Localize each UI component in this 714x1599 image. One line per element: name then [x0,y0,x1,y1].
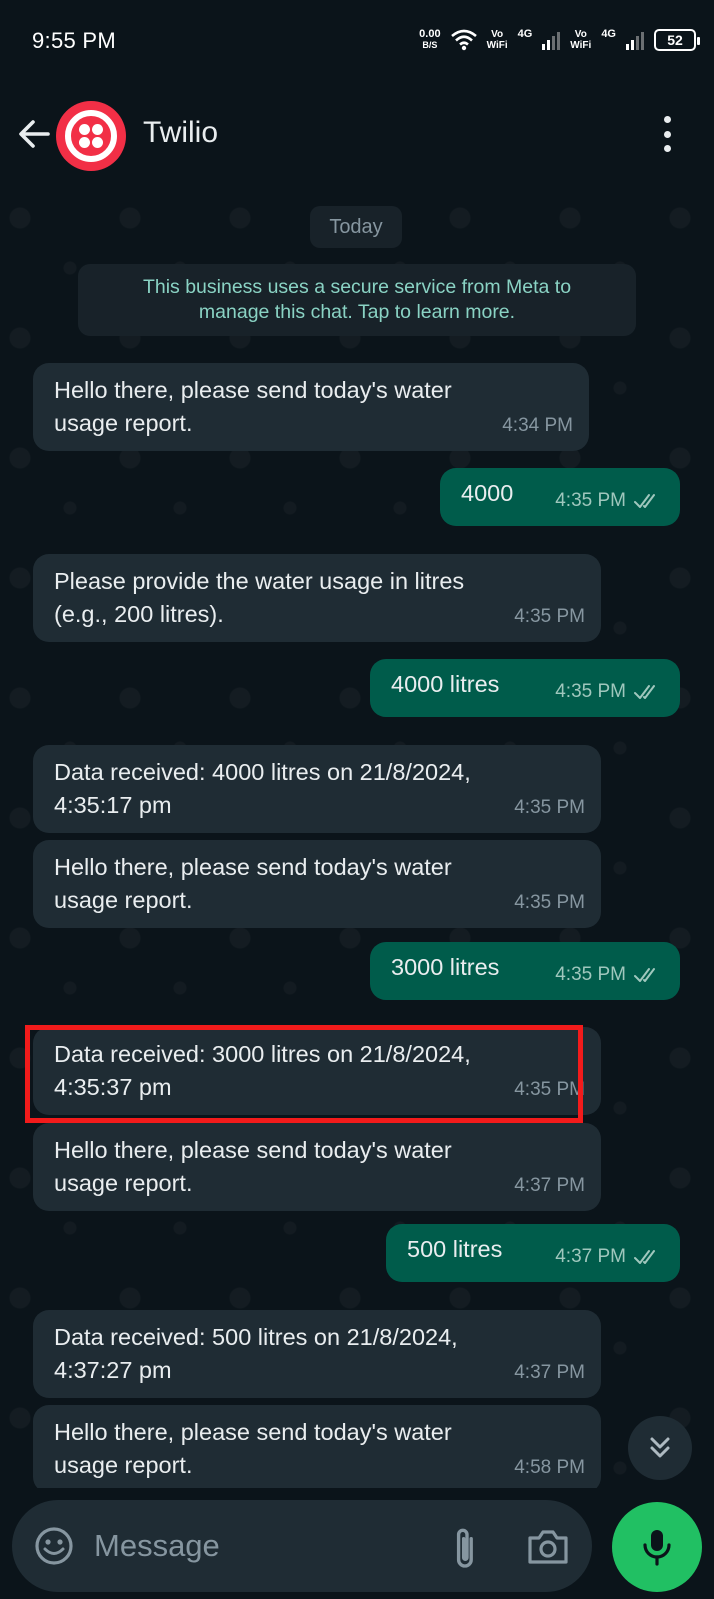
message-time: 4:37 PM [514,1362,585,1383]
message-time: 4:35 PM [514,606,585,627]
message-text: Hello there, please send today's water u… [54,1134,452,1200]
message-line: 4:35:37 pm [54,1074,172,1100]
message-text: 4000 [461,480,514,506]
message-meta: 4:35 PM [555,958,664,991]
incoming-message[interactable]: Data received: 4000 litres on 21/8/2024,… [33,745,601,833]
message-meta: 4:37 PM [555,1240,664,1273]
message-text: 4000 litres [391,671,500,697]
message-time: 4:34 PM [502,415,573,436]
message-text: Please provide the water usage in litres… [54,565,464,631]
message-text: Hello there, please send today's water u… [54,1416,452,1482]
sim1-vo-label: Vo [491,29,504,40]
sim1-network-type: 4G [517,28,533,40]
message-text: Data received: 4000 litres on 21/8/2024,… [54,756,471,822]
chat-header: Twilio [0,80,714,188]
twilio-logo-icon [65,110,117,162]
message-line: Data received: 4000 litres on 21/8/2024, [54,759,471,785]
sim1-wifi-label: WiFi [486,40,508,51]
microphone-icon [643,1530,671,1566]
message-text: 500 litres [407,1236,503,1262]
message-line: Hello there, please send today's water [54,854,452,880]
outgoing-message[interactable]: 4000 litres 4:35 PM [370,659,680,717]
message-line: Data received: 500 litres on 21/8/2024, [54,1324,458,1350]
message-line: Hello there, please send today's water [54,1419,452,1445]
incoming-message[interactable]: Data received: 500 litres on 21/8/2024, … [33,1310,601,1398]
incoming-message[interactable]: Hello there, please send today's water u… [33,363,589,451]
sim2-signal-icon [626,30,644,50]
camera-icon[interactable] [526,1526,570,1566]
message-composer [12,1500,592,1592]
message-time: 4:35 PM [514,892,585,913]
message-time: 4:35 PM [514,797,585,818]
outgoing-message[interactable]: 500 litres 4:37 PM [386,1224,680,1282]
chat-title[interactable]: Twilio [143,116,218,150]
message-text: 3000 litres [391,954,500,980]
sim2-network-type: 4G [601,28,616,40]
message-line: usage report. [54,1170,193,1196]
message-time: 4:37 PM [555,1246,626,1267]
paperclip-icon[interactable] [444,1522,480,1570]
message-time: 4:35 PM [514,1079,585,1100]
outgoing-message[interactable]: 3000 litres 4:35 PM [370,942,680,1000]
network-speed-value: 0.00 [419,28,441,40]
message-line: usage report. [54,1452,193,1478]
network-speed: 0.00 B/S [419,29,440,51]
back-arrow-icon[interactable] [14,114,54,154]
message-line: Data received: 3000 litres on 21/8/2024, [54,1041,471,1067]
sim1-vowifi: Vo WiFi [487,29,508,51]
status-bar: 9:55 PM 0.00 B/S Vo WiFi 4G Vo WiFi 4G 5 [0,0,714,80]
sim2-vo-label: Vo [574,29,587,40]
double-check-icon [634,493,655,508]
incoming-message[interactable]: Hello there, please send today's water u… [33,840,601,928]
incoming-message[interactable]: Hello there, please send today's water u… [33,1405,601,1488]
date-chip: Today [310,206,402,248]
double-check-icon [634,967,655,982]
message-line: Hello there, please send today's water [54,1137,452,1163]
incoming-message[interactable]: Hello there, please send today's water u… [33,1123,601,1211]
encryption-notice[interactable]: This business uses a secure service from… [78,264,636,336]
message-time: 4:35 PM [555,681,626,702]
message-text: Data received: 500 litres on 21/8/2024, … [54,1321,458,1387]
message-text: Hello there, please send today's water u… [54,374,452,440]
message-line: Please provide the water usage in litres [54,568,465,594]
network-speed-unit: B/S [422,40,438,50]
incoming-message[interactable]: Data received: 3000 litres on 21/8/2024,… [33,1027,601,1115]
notice-line-1: This business uses a secure service from… [142,276,572,298]
sim2-vowifi: Vo WiFi [570,29,591,51]
incoming-message[interactable]: Please provide the water usage in litres… [33,554,601,642]
message-line: usage report. [54,410,193,436]
double-check-icon [634,1249,655,1264]
message-time: 4:35 PM [555,964,626,985]
message-time: 4:35 PM [555,490,626,511]
message-text: Hello there, please send today's water u… [54,851,452,917]
scroll-to-bottom-button[interactable] [628,1416,692,1480]
double-check-icon [634,684,655,699]
battery-icon: 52 [654,29,700,51]
message-line: Hello there, please send today's water [54,377,452,403]
message-line: usage report. [54,887,193,913]
more-vertical-icon[interactable] [660,116,674,152]
wifi-icon [450,29,477,51]
message-meta: 4:35 PM [555,484,664,517]
sim2-wifi-label: WiFi [570,40,592,51]
message-time: 4:37 PM [514,1175,585,1196]
message-time: 4:58 PM [514,1457,585,1478]
message-input[interactable] [94,1522,394,1570]
battery-level: 52 [667,32,683,48]
chevrons-down-icon [650,1437,670,1458]
message-line: 4:37:27 pm [54,1357,172,1383]
message-line: 4:35:17 pm [54,792,172,818]
status-icons: 0.00 B/S Vo WiFi 4G Vo WiFi 4G 52 [419,24,700,56]
microphone-button[interactable] [612,1502,702,1592]
outgoing-message[interactable]: 4000 4:35 PM [440,468,680,526]
notice-line-2: manage this chat. Tap to learn more. [198,301,516,323]
avatar[interactable] [56,101,126,171]
message-text: Data received: 3000 litres on 21/8/2024,… [54,1038,471,1104]
chat-area[interactable]: Today This business uses a secure servic… [0,188,714,1488]
message-meta: 4:35 PM [555,675,664,708]
sim1-signal-icon [542,30,561,50]
emoji-icon[interactable] [32,1524,76,1568]
message-line: (e.g., 200 litres). [54,601,224,627]
status-time: 9:55 PM [32,28,117,53]
